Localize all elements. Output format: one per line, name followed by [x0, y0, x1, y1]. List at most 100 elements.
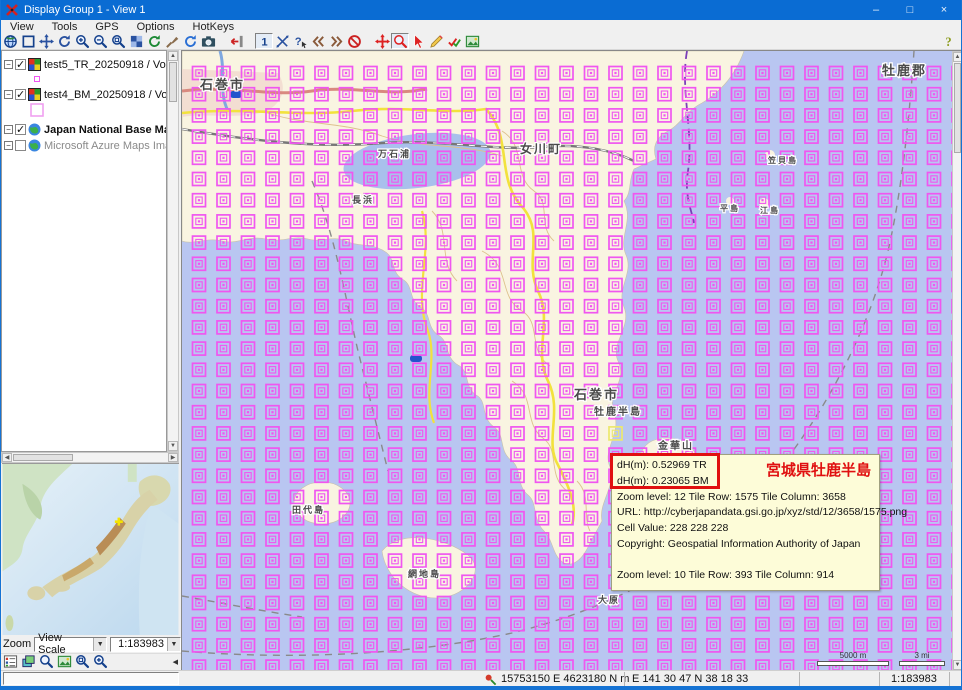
expand-collapse-icon[interactable]: − [4, 90, 13, 99]
default-tool-icon[interactable]: 1 [255, 33, 273, 49]
recenter-icon[interactable] [373, 33, 391, 49]
help-icon[interactable]: ? [939, 33, 957, 49]
overview-map[interactable] [2, 463, 179, 635]
vector-layer-icon [28, 58, 41, 71]
chevron-down-icon: ▼ [93, 638, 106, 651]
layer-visibility-checkbox[interactable]: ✓ [15, 89, 26, 100]
expand-collapse-icon[interactable]: − [4, 60, 13, 69]
snapshot-icon[interactable] [199, 33, 217, 49]
zoom-mode-select[interactable]: View Scale ▼ [34, 637, 107, 652]
layer-visibility-checkbox[interactable]: ✓ [15, 124, 26, 135]
expand-collapse-icon[interactable]: − [4, 125, 13, 134]
tile-info-line: Zoom level: 10 Tile Row: 393 Tile Column… [617, 568, 873, 584]
zoom-dot-icon[interactable] [91, 654, 109, 670]
pan-icon[interactable] [37, 33, 55, 49]
hide-sidebar-icon[interactable] [227, 33, 245, 49]
dataTip-popup: 宮城県牡鹿半島 dH(m): 0.52969 TRdH(m): 0.23065 … [611, 454, 880, 591]
statusbar-scale: 1:183983 [891, 671, 937, 687]
layer-item-0[interactable]: −✓ test5_TR_20250918 / Vout [4, 58, 164, 71]
app-window: Display Group 1 - View 1 – □ × ViewTools… [0, 0, 962, 690]
geographic-coords: E 141 30 47 N 38 18 33 [632, 671, 748, 687]
tile-info-line: Zoom level: 12 Tile Row: 1575 Tile Colum… [617, 490, 873, 506]
layer-visibility-checkbox[interactable] [15, 140, 26, 151]
place-label: 平島 [720, 203, 740, 213]
zoom-box-small-icon[interactable] [73, 654, 91, 670]
zoom-in-icon[interactable] [73, 33, 91, 49]
redraw-icon[interactable] [145, 33, 163, 49]
web-layer-icon [28, 139, 41, 152]
place-label: 石巻市 [573, 387, 619, 402]
full-resolution-icon[interactable] [127, 33, 145, 49]
raster-tool-icon[interactable] [463, 33, 481, 49]
kyushu [27, 586, 45, 600]
layer-item-1[interactable]: −✓test4_BM_20250918 / Vout [4, 88, 164, 101]
window-bottom-border [1, 686, 961, 690]
menu-tools[interactable]: Tools [43, 21, 87, 33]
stop-redraw-icon[interactable] [163, 33, 181, 49]
place-label: 大原 [598, 594, 620, 605]
menu-options[interactable]: Options [128, 21, 184, 33]
place-label: 万石浦 [377, 148, 411, 159]
cancel-icon[interactable] [345, 33, 363, 49]
refresh-icon[interactable] [181, 33, 199, 49]
title-bar: Display Group 1 - View 1 – □ × [1, 0, 961, 20]
zoom-box-icon[interactable] [109, 33, 127, 49]
svg-text:?: ? [945, 35, 951, 49]
select-tool-icon[interactable] [409, 33, 427, 49]
toolbar: 1?? [1, 33, 961, 50]
tile-info-line [617, 553, 873, 569]
layer-item-3[interactable]: −Microsoft Azure Maps Imagery [4, 139, 164, 152]
scale-select[interactable]: 1:183983 ▼ [110, 637, 181, 652]
expand-collapse-icon[interactable]: − [4, 141, 13, 150]
place-label: 江島 [760, 205, 780, 215]
magnify-icon[interactable] [37, 654, 55, 670]
vector-layer-icon [28, 88, 41, 101]
layer-tree-vscrollbar[interactable]: ▲ ▼ [167, 50, 179, 452]
place-label: 牡鹿半島 [594, 405, 642, 418]
tile-info-line: Copyright: Geospatial Information Author… [617, 537, 873, 553]
web-layer-icon [28, 123, 41, 136]
collapse-panel-arrow[interactable]: ◀ [173, 658, 178, 666]
zoom-controls: Zoom View Scale ▼ 1:183983 ▼ [1, 635, 181, 653]
next-element-icon[interactable] [327, 33, 345, 49]
zoom-out-icon[interactable] [91, 33, 109, 49]
previous-element-icon[interactable] [309, 33, 327, 49]
checkmarks-tool-icon[interactable] [445, 33, 463, 49]
sakhalin [128, 464, 137, 482]
previous-view-icon[interactable] [55, 33, 73, 49]
map-view[interactable]: 石巻市牡鹿郡女川町万石浦長浜笠貝島平島江島石巻市牡鹿半島金華山田代島網地島大原 … [181, 50, 962, 670]
legend-symbol-small-square [34, 73, 164, 85]
tile-info-line: Cell Value: 228 228 228 [617, 521, 873, 537]
measure-icon[interactable] [273, 33, 291, 49]
place-label: 長浜 [352, 194, 374, 205]
image-magnify-icon[interactable] [55, 654, 73, 670]
what-is-icon[interactable]: ? [291, 33, 309, 49]
window-title: Display Group 1 - View 1 [24, 4, 145, 16]
sidebar: −✓test5_TR_20250918 / Vout−✓test4_BM_202… [1, 50, 181, 670]
layer-item-2[interactable]: −✓Japan National Base Map [4, 123, 164, 136]
zoom-tool-icon[interactable] [391, 33, 409, 49]
panel-toolbar: ◀ [1, 653, 181, 669]
sketch-tool-icon[interactable] [427, 33, 445, 49]
zoom-to-full-icon[interactable] [1, 33, 19, 49]
projected-coords: 15753150 E 4623180 N m [501, 671, 629, 687]
status-left-field [3, 672, 179, 685]
route-shield-icon [410, 355, 422, 362]
place-label: 牡鹿郡 [882, 63, 927, 78]
layers-icon[interactable] [19, 654, 37, 670]
legend-list-icon[interactable] [1, 654, 19, 670]
map-vscrollbar[interactable]: ▲ ▼ [952, 51, 962, 670]
zoom-1x-icon[interactable] [19, 33, 37, 49]
minimize-button[interactable]: – [859, 0, 893, 20]
maximize-button[interactable]: □ [893, 0, 927, 20]
place-label: 金華山 [657, 439, 694, 452]
layer-tree-hscrollbar[interactable]: ◀ ▶ [1, 452, 179, 463]
close-button[interactable]: × [927, 0, 961, 20]
menu-hotkeys[interactable]: HotKeys [184, 21, 244, 33]
region-name-label: 宮城県牡鹿半島 [766, 460, 871, 483]
layer-visibility-checkbox[interactable]: ✓ [15, 59, 26, 70]
menu-view[interactable]: View [1, 21, 43, 33]
layer-label: test5_TR_20250918 / Vout [44, 59, 167, 71]
chevron-down-icon: ▼ [167, 638, 180, 651]
menu-gps[interactable]: GPS [86, 21, 127, 33]
